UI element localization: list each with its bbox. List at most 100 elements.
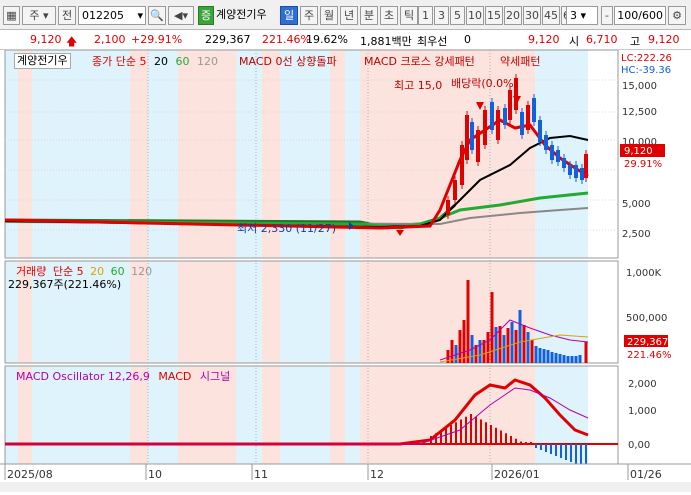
- macd-osc-bar: [450, 425, 452, 444]
- candle-body: [460, 145, 464, 185]
- macd-legend-macd: MACD: [158, 370, 192, 383]
- period-type-value: 주: [29, 9, 40, 22]
- candle-body: [532, 98, 536, 122]
- macd-osc-bar: [535, 444, 537, 448]
- turnover-rate: 19.62%: [306, 33, 348, 46]
- shade-region: [236, 261, 262, 363]
- shade-region: [32, 50, 44, 258]
- dropdown-arrow-icon: ▾: [137, 9, 143, 22]
- period-tab[interactable]: 분: [360, 6, 378, 25]
- period-tab[interactable]: 주: [300, 6, 318, 25]
- macd-osc-bar: [510, 436, 512, 444]
- volume-y-tick: 500,000: [626, 313, 667, 324]
- interval-button[interactable]: 10: [466, 6, 484, 25]
- high-price: 9,120: [648, 33, 680, 46]
- interval-select-value: 3: [570, 9, 577, 22]
- volume-bar: [478, 340, 482, 363]
- zoom-input[interactable]: 100/600: [614, 6, 666, 25]
- trade-amount: 1,881백만: [360, 35, 412, 48]
- period-tab[interactable]: 년: [340, 6, 358, 25]
- candle-body: [503, 108, 507, 125]
- volume-bar: [518, 310, 522, 363]
- volume-ratio: 221.46%: [262, 33, 311, 46]
- period-tab[interactable]: 일: [280, 6, 298, 25]
- legend-ma60: 60: [175, 55, 190, 68]
- interval-button[interactable]: 3: [434, 6, 449, 25]
- volume: 229,367: [205, 33, 251, 46]
- period-type-dropdown[interactable]: 주 ▾: [22, 6, 56, 25]
- x-axis-label: 2026/01: [494, 468, 540, 481]
- volume-bar: [542, 349, 546, 363]
- price-y-tick: 15,000: [622, 81, 657, 92]
- interval-button[interactable]: 1: [418, 6, 433, 25]
- interval-button[interactable]: 20: [504, 6, 522, 25]
- interval-button[interactable]: 30: [523, 6, 541, 25]
- price-legend-name[interactable]: 계양전기우: [14, 53, 71, 69]
- low-annotation: 최저 2,330 (11/27): [237, 222, 337, 235]
- chart-menu-icon[interactable]: ▦: [3, 6, 20, 25]
- interval-select[interactable]: 3 ▾: [566, 6, 598, 25]
- current-price: 9,120: [30, 33, 62, 46]
- price-y-tick: 5,000: [622, 199, 651, 210]
- macd-osc-bar: [570, 444, 572, 462]
- shade-region: [178, 261, 236, 363]
- macd-osc-bar: [490, 425, 492, 444]
- chart-toolbar: ▦ 주 ▾ 전 012205 ▾ 🔍 ◀▾ 증 계양전기우 일주월년분초틱 135…: [0, 0, 691, 30]
- settings-icon[interactable]: ⚙: [668, 6, 686, 25]
- best-quote-value: 0: [464, 33, 471, 46]
- candle-body: [568, 165, 572, 175]
- zoom-out-button[interactable]: -: [601, 6, 613, 25]
- volume-bar: [554, 353, 558, 363]
- macd-osc-bar: [480, 419, 482, 444]
- interval-button[interactable]: 15: [485, 6, 503, 25]
- stock-code-input[interactable]: 012205 ▾: [78, 6, 146, 25]
- macd-osc-bar: [455, 422, 457, 444]
- volume-pct-tag: 221.46%: [627, 350, 672, 361]
- shade-region: [330, 366, 345, 464]
- shade-region: [535, 50, 588, 258]
- macd-osc-bar: [485, 422, 487, 444]
- shade-region: [130, 50, 148, 258]
- macd-osc-bar: [565, 444, 567, 460]
- volume-bar: [578, 355, 582, 363]
- period-tab[interactable]: 틱: [400, 6, 418, 25]
- interval-button[interactable]: 5: [450, 6, 465, 25]
- period-tab[interactable]: 월: [320, 6, 338, 25]
- price-legend: 종가 단순 5 20 60 120: [92, 53, 218, 69]
- macd-osc-bar: [495, 427, 497, 444]
- open-price: 6,710: [586, 33, 618, 46]
- macd-legend-name: MACD Oscillator 12,26,9: [16, 370, 150, 383]
- shade-region: [148, 50, 178, 258]
- stock-name: 계양전기우: [216, 8, 267, 21]
- candle-body: [538, 120, 542, 142]
- shade-region: [148, 261, 178, 363]
- stock-code-value: 012205: [82, 9, 124, 22]
- chart-area[interactable]: 15,000 12,500 10,000 5,000 2,500 9,120 29.91% 1…: [0, 49, 691, 492]
- candle-body: [483, 110, 487, 145]
- legend-weak: 약세패턴: [500, 55, 541, 68]
- search-icon[interactable]: 🔍: [148, 6, 166, 25]
- prev-button[interactable]: 전: [58, 6, 76, 25]
- shade-region: [44, 50, 130, 258]
- volume-bar: [550, 352, 554, 363]
- volume-current: 229,367주(221.46%): [8, 278, 122, 291]
- shade-region: [280, 366, 330, 464]
- macd-osc-bar: [445, 427, 447, 444]
- shade-region: [5, 50, 18, 258]
- candle-body: [496, 110, 500, 140]
- shade-region: [535, 261, 588, 363]
- speaker-icon[interactable]: ◀▾: [168, 6, 194, 25]
- candle-body: [508, 90, 512, 120]
- period-tab[interactable]: 초: [380, 6, 398, 25]
- candle-body: [584, 154, 588, 178]
- interval-button[interactable]: 45: [542, 6, 560, 25]
- macd-y-tick: 0,00: [628, 440, 650, 451]
- macd-y-tick: 2,000: [628, 379, 657, 390]
- volume-bar: [526, 332, 530, 363]
- candle-body: [550, 145, 554, 160]
- macd-osc-bar: [515, 438, 517, 444]
- macd-osc-bar: [530, 442, 532, 444]
- lc-value: LC:222.26: [621, 53, 672, 64]
- candle-body: [465, 115, 469, 160]
- x-axis-label: 11: [254, 468, 268, 481]
